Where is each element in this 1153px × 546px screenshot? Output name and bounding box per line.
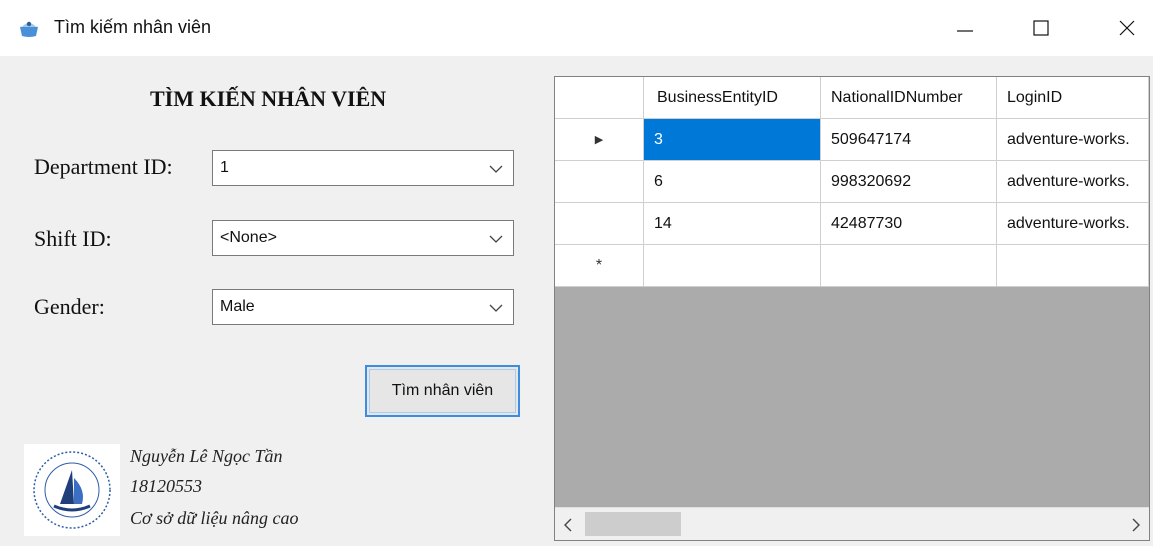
shift-value: <None> <box>220 229 277 246</box>
table-cell[interactable]: adventure-works. <box>997 119 1149 161</box>
author-name: Nguyễn Lê Ngọc Tần <box>130 446 283 466</box>
table-cell[interactable]: 14 <box>644 203 821 245</box>
table-cell[interactable]: 6 <box>644 161 821 203</box>
row-header[interactable] <box>555 203 644 245</box>
row-header[interactable] <box>555 161 644 203</box>
chevron-down-icon <box>489 235 503 243</box>
table-cell[interactable]: 42487730 <box>821 203 997 245</box>
author-course: Cơ sở dữ liệu nâng cao <box>130 508 299 528</box>
table-row[interactable]: 14 42487730 adventure-works. <box>555 203 1149 245</box>
gender-label: Gender: <box>34 294 105 319</box>
close-button[interactable] <box>1102 0 1152 56</box>
close-icon <box>1119 20 1135 36</box>
column-header[interactable]: BusinessEntityID <box>644 77 821 119</box>
gender-combobox[interactable]: Male <box>212 289 514 325</box>
maximize-icon <box>1033 20 1049 36</box>
table-row[interactable]: 6 998320692 adventure-works. <box>555 161 1149 203</box>
column-header[interactable]: LoginID <box>997 77 1149 119</box>
column-header[interactable]: NationalIDNumber <box>821 77 997 119</box>
window-title: Tìm kiếm nhân viên <box>54 17 212 37</box>
minimize-button[interactable] <box>940 0 990 56</box>
horizontal-scrollbar[interactable] <box>555 507 1149 540</box>
shift-label: Shift ID: <box>34 226 112 251</box>
search-employee-button[interactable]: Tìm nhân viên <box>365 365 520 417</box>
shift-combobox[interactable]: <None> <box>212 220 514 256</box>
table-cell[interactable] <box>997 245 1149 287</box>
title-bar: Tìm kiếm nhân viên <box>0 0 1153 56</box>
table-cell[interactable]: adventure-works. <box>997 203 1149 245</box>
chevron-left-icon[interactable] <box>563 518 573 532</box>
table-cell[interactable]: 3 <box>644 119 821 161</box>
employee-grid[interactable]: BusinessEntityID NationalIDNumber LoginI… <box>554 76 1150 541</box>
row-header-corner[interactable] <box>555 77 644 119</box>
table-cell[interactable] <box>821 245 997 287</box>
form-heading: TÌM KIẾN NHÂN VIÊN <box>150 86 387 111</box>
grid-header: BusinessEntityID NationalIDNumber LoginI… <box>555 77 1149 119</box>
maximize-button[interactable] <box>1016 0 1066 56</box>
department-combobox[interactable]: 1 <box>212 150 514 186</box>
chevron-down-icon <box>489 304 503 312</box>
author-student-id: 18120553 <box>130 476 202 496</box>
table-row[interactable]: ▶ 3 509647174 adventure-works. <box>555 119 1149 161</box>
table-cell[interactable]: 509647174 <box>821 119 997 161</box>
new-row-marker[interactable]: * <box>555 245 644 287</box>
department-label: Department ID: <box>34 154 173 179</box>
scrollbar-thumb[interactable] <box>585 512 681 536</box>
table-cell[interactable] <box>644 245 821 287</box>
chevron-right-icon[interactable] <box>1131 518 1141 532</box>
new-row[interactable]: * <box>555 245 1149 287</box>
table-cell[interactable]: adventure-works. <box>997 161 1149 203</box>
gender-value: Male <box>220 298 255 315</box>
department-value: 1 <box>220 159 229 176</box>
university-logo <box>24 444 120 536</box>
grid-body: ▶ 3 509647174 adventure-works. 6 9983206… <box>555 119 1149 287</box>
app-icon <box>20 21 38 37</box>
current-row-marker[interactable]: ▶ <box>555 119 644 161</box>
chevron-down-icon <box>489 165 503 173</box>
table-cell[interactable]: 998320692 <box>821 161 997 203</box>
minimize-icon <box>957 30 973 32</box>
